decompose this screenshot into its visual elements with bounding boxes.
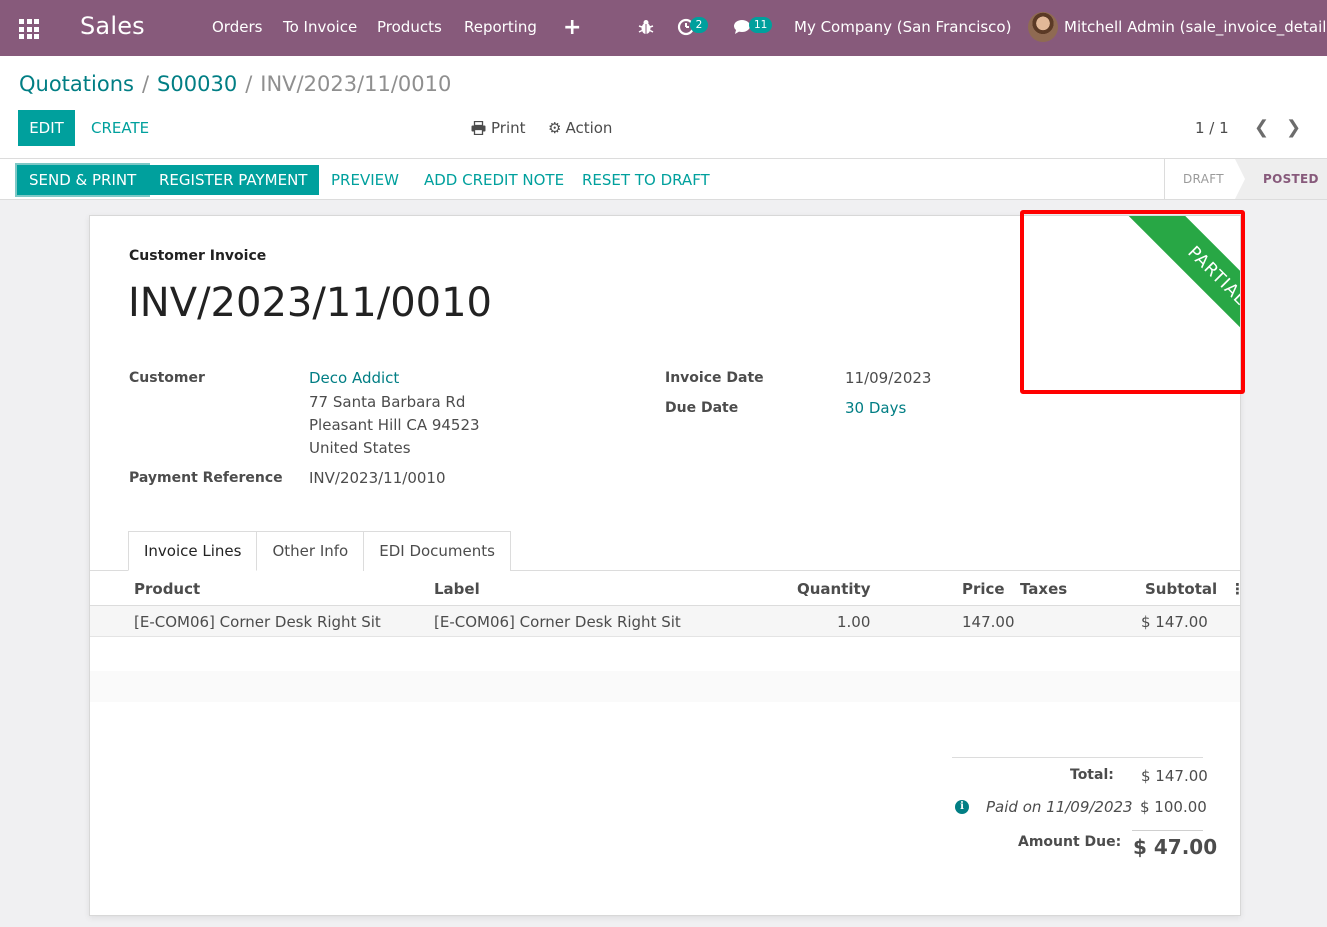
app-brand[interactable]: Sales [80, 12, 145, 40]
customer-label: Customer [129, 370, 205, 386]
tab-edi-documents[interactable]: EDI Documents [364, 531, 511, 571]
reset-to-draft-button[interactable]: RESET TO DRAFT [582, 171, 710, 189]
total-value: $ 147.00 [1141, 767, 1208, 785]
apps-menu-icon[interactable] [19, 19, 39, 39]
chevron-left-icon[interactable]: ❮ [1254, 117, 1269, 138]
customer-link[interactable]: Deco Addict [309, 369, 399, 387]
bug-icon[interactable] [637, 18, 655, 36]
invoice-number: INV/2023/11/0010 [128, 280, 493, 326]
payment-reference-label: Payment Reference [129, 470, 283, 486]
total-label: Total: [1070, 767, 1114, 783]
breadcrumb-separator: / [245, 72, 253, 96]
row-subtotal: $ 147.00 [1141, 613, 1208, 631]
breadcrumb-separator: / [141, 72, 150, 96]
optional-columns-icon[interactable]: ⋮ [1230, 580, 1240, 598]
row-label: [E-COM06] Corner Desk Right Sit [434, 613, 681, 631]
totals-divider [952, 757, 1203, 758]
preview-button[interactable]: PREVIEW [331, 171, 399, 189]
tab-invoice-lines[interactable]: Invoice Lines [128, 531, 258, 571]
messages-count-badge: 11 [749, 17, 773, 33]
row-product: [E-COM06] Corner Desk Right Sit [134, 613, 381, 631]
create-button[interactable]: CREATE [91, 119, 149, 137]
plus-icon[interactable]: + [563, 15, 581, 40]
top-navbar: Sales Orders To Invoice Products Reporti… [0, 0, 1327, 56]
breadcrumb: Quotations / S00030 / INV/2023/11/0010 [19, 72, 451, 96]
status-stages: DRAFT POSTED [1164, 159, 1327, 199]
invoice-date-label: Invoice Date [665, 370, 764, 386]
printer-icon [471, 121, 486, 135]
payment-terms-link[interactable]: 30 Days [845, 399, 906, 417]
address-line-3: United States [309, 439, 411, 457]
stage-draft[interactable]: DRAFT [1183, 172, 1224, 186]
add-credit-note-button[interactable]: ADD CREDIT NOTE [424, 171, 564, 189]
row-quantity: 1.00 [837, 613, 871, 631]
column-price[interactable]: Price [962, 580, 1005, 598]
amount-due-value: $ 47.00 [1133, 835, 1218, 859]
column-quantity[interactable]: Quantity [797, 580, 871, 598]
invoice-date-value: 11/09/2023 [845, 369, 932, 387]
activity-count-badge: 2 [690, 17, 708, 33]
pager-value[interactable]: 1 / 1 [1195, 119, 1229, 137]
control-panel: Quotations / S00030/INV/2023/11/0010 EDIT … [0, 56, 1327, 158]
payment-info: Paid on 11/09/2023 [986, 798, 1133, 816]
status-bar: SEND & PRINT REGISTER PAYMENT PREVIEW AD… [0, 158, 1327, 200]
send-print-button[interactable]: SEND & PRINT [17, 165, 149, 195]
menu-products[interactable]: Products [377, 18, 442, 36]
breadcrumb-sale-order[interactable]: S00030 [157, 72, 237, 96]
tab-other-info[interactable]: Other Info [257, 531, 365, 571]
breadcrumb-quotations[interactable]: Quotations [19, 72, 134, 96]
payment-reference-value: INV/2023/11/0010 [309, 469, 446, 487]
due-date-label: Due Date [665, 400, 739, 416]
invoice-type: Customer Invoice [129, 248, 267, 264]
stage-arrow [1235, 159, 1245, 199]
register-payment-button[interactable]: REGISTER PAYMENT [147, 165, 320, 195]
company-switcher[interactable]: My Company (San Francisco) [794, 18, 1011, 36]
info-icon[interactable]: i [955, 800, 969, 814]
gear-icon: ⚙ [548, 119, 562, 137]
user-menu[interactable]: Mitchell Admin (sale_invoice_detail) [1064, 18, 1327, 36]
print-dropdown[interactable]: Print [471, 119, 526, 137]
column-taxes[interactable]: Taxes [1020, 580, 1067, 598]
menu-reporting[interactable]: Reporting [464, 18, 537, 36]
chevron-right-icon[interactable]: ❯ [1286, 117, 1301, 138]
edit-button[interactable]: EDIT [18, 110, 75, 146]
breadcrumb-current: INV/2023/11/0010 [260, 72, 452, 96]
menu-orders[interactable]: Orders [212, 18, 262, 36]
row-price: 147.00 [962, 613, 1015, 631]
print-label: Print [491, 119, 526, 137]
address-line-2: Pleasant Hill CA 94523 [309, 416, 480, 434]
action-label: Action [565, 119, 613, 137]
amount-due-label: Amount Due: [1018, 834, 1122, 850]
ribbon-highlight-box [1020, 210, 1245, 394]
stage-posted[interactable]: POSTED [1263, 172, 1319, 186]
user-avatar[interactable] [1028, 12, 1058, 42]
notebook-tabs: Invoice Lines Other Info EDI Documents [128, 531, 511, 571]
paid-amount: $ 100.00 [1140, 798, 1207, 816]
menu-to-invoice[interactable]: To Invoice [283, 18, 357, 36]
column-subtotal[interactable]: Subtotal [1145, 580, 1217, 598]
address-line-1: 77 Santa Barbara Rd [309, 393, 466, 411]
action-dropdown[interactable]: ⚙ Action [548, 119, 612, 137]
empty-row [90, 671, 1240, 702]
column-product[interactable]: Product [134, 580, 200, 598]
column-label[interactable]: Label [434, 580, 480, 598]
amount-due-divider [1132, 830, 1203, 831]
